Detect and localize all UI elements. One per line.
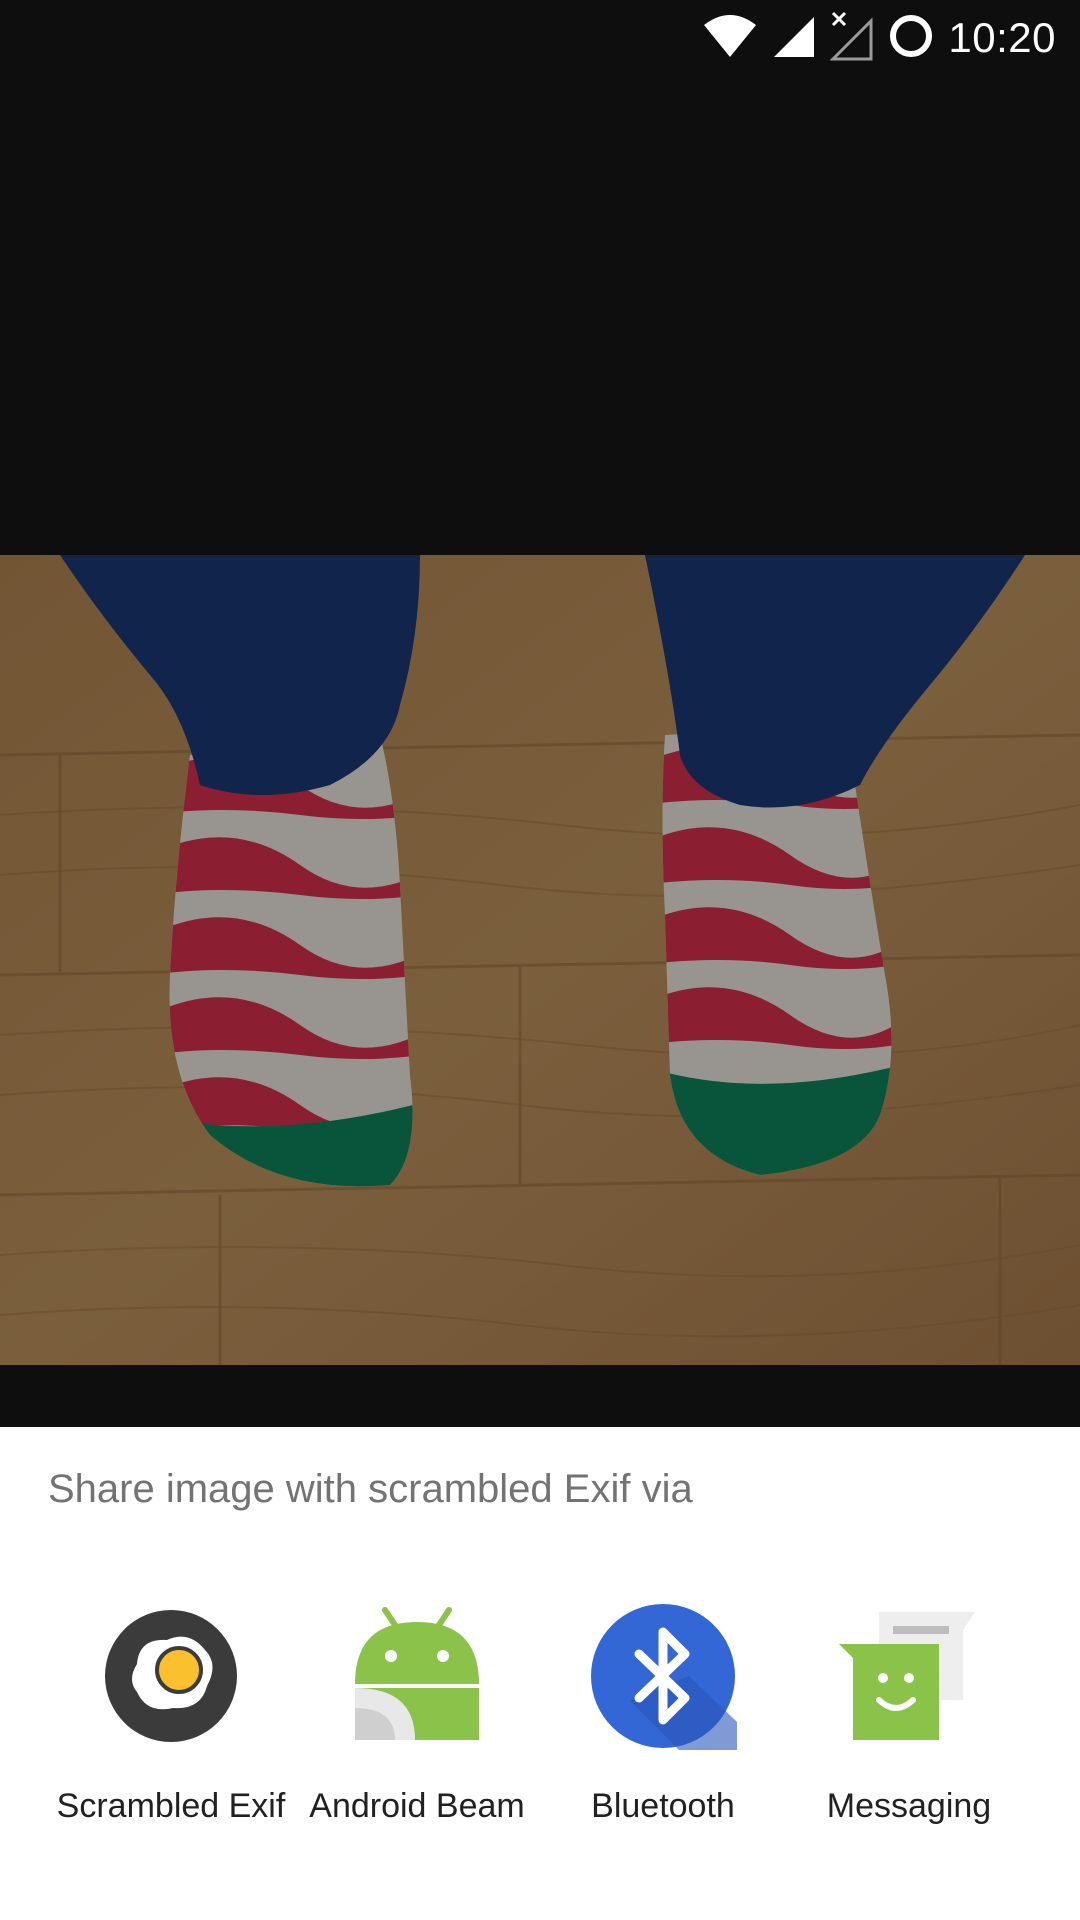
wifi-icon bbox=[702, 13, 758, 64]
status-icons: 10:20 bbox=[702, 10, 1056, 66]
messaging-icon bbox=[835, 1602, 983, 1750]
share-targets: Scrambled Exif Android Beam Bluetooth Me… bbox=[0, 1602, 1080, 1862]
share-target-messaging[interactable]: Messaging bbox=[786, 1602, 1032, 1862]
share-sheet-title: Share image with scrambled Exif via bbox=[48, 1467, 693, 1511]
android-beam-icon bbox=[343, 1602, 491, 1750]
no-sim-signal-icon bbox=[829, 11, 874, 66]
share-target-label: Messaging bbox=[826, 1787, 992, 1825]
signal-icon bbox=[772, 13, 816, 64]
share-target-android-beam[interactable]: Android Beam bbox=[294, 1602, 540, 1862]
share-target-label: Bluetooth bbox=[591, 1787, 735, 1825]
status-bar: 10:20 bbox=[0, 0, 1080, 72]
photo-preview bbox=[0, 555, 1080, 1365]
share-target-label: Android Beam bbox=[309, 1787, 525, 1825]
bluetooth-icon bbox=[589, 1602, 737, 1750]
status-time: 10:20 bbox=[948, 14, 1056, 61]
share-target-bluetooth[interactable]: Bluetooth bbox=[540, 1602, 786, 1862]
screen: 10:20 Share image with scrambled Exif vi… bbox=[0, 0, 1080, 1920]
share-target-label: Scrambled Exif bbox=[56, 1787, 286, 1825]
share-target-scrambled-exif[interactable]: Scrambled Exif bbox=[48, 1602, 294, 1862]
fried-egg-icon bbox=[97, 1602, 245, 1750]
share-sheet: Share image with scrambled Exif via Scra… bbox=[0, 1427, 1080, 1920]
battery-ring-icon bbox=[888, 13, 934, 64]
